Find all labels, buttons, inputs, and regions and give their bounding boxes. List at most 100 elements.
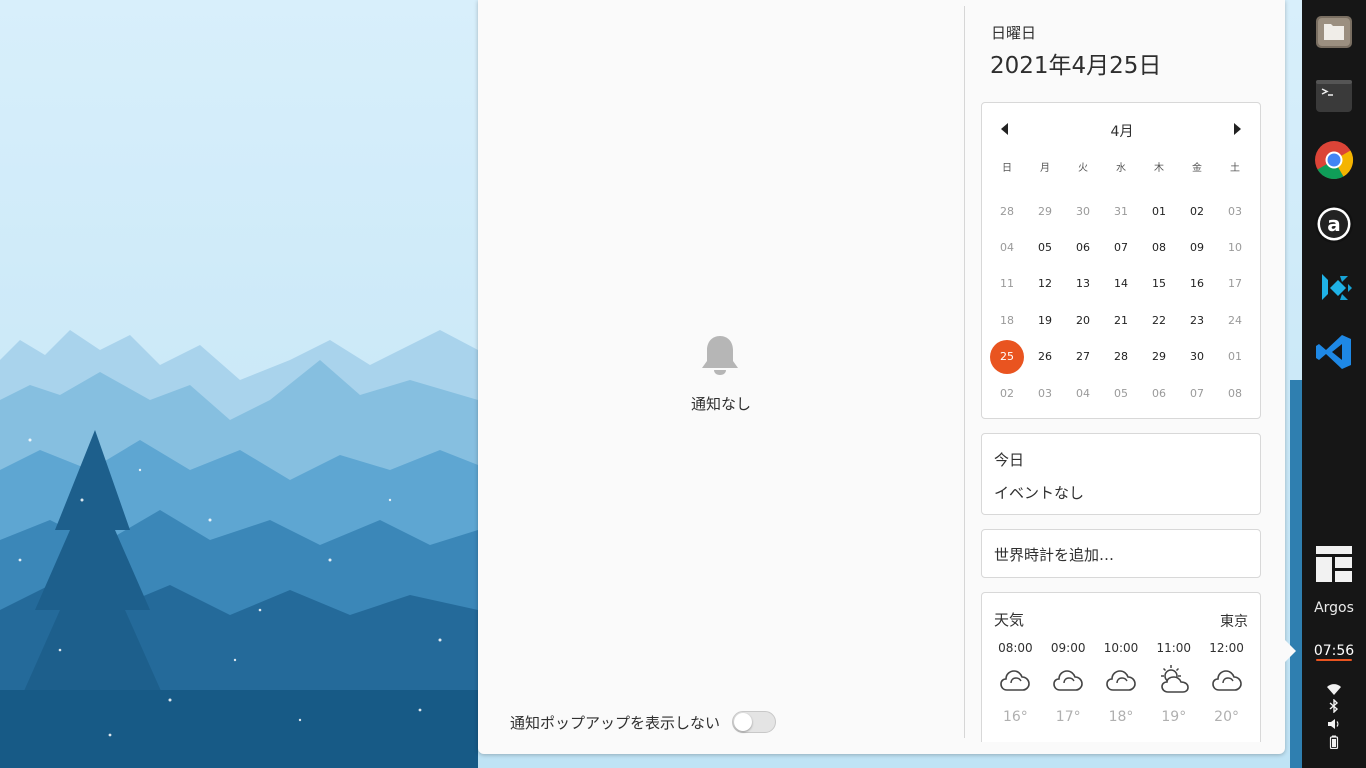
do-not-disturb-label: 通知ポップアップを表示しない — [510, 713, 721, 732]
do-not-disturb-toggle[interactable] — [732, 711, 777, 733]
bluetooth-icon[interactable] — [1326, 699, 1342, 713]
calendar-day[interactable]: 22 — [1140, 302, 1178, 338]
forecast-temperature: 18° — [1108, 709, 1134, 725]
forecast-temperature: 19° — [1161, 709, 1187, 725]
calendar-weekday-header: 日 月 火 水 木 金 土 — [988, 159, 1254, 174]
calendar-day[interactable]: 28 — [988, 193, 1026, 229]
calendar-day[interactable]: 08 — [1216, 375, 1254, 411]
volume-icon[interactable] — [1326, 717, 1342, 731]
forecast-item: 09:00 17° — [1042, 641, 1095, 725]
calendar-day[interactable]: 15 — [1140, 266, 1178, 302]
dock: a Argos 07:56 — [1302, 0, 1366, 768]
forecast-item: 10:00 18° — [1095, 641, 1148, 725]
calendar-day[interactable]: 09 — [1178, 229, 1216, 265]
battery-icon[interactable] — [1326, 735, 1342, 749]
calendar-day[interactable]: 05 — [1102, 375, 1140, 411]
forecast-temperature: 20° — [1214, 709, 1239, 725]
do-not-disturb-row: 通知ポップアップを表示しない — [510, 711, 777, 733]
weekday-label: 水 — [1116, 163, 1126, 174]
weekday-label: 金 — [1192, 163, 1202, 174]
no-events-label: イベントなし — [994, 484, 1085, 502]
calendar-day[interactable]: 21 — [1102, 302, 1140, 338]
calendar-day[interactable]: 04 — [988, 229, 1026, 265]
forecast-time: 08:00 — [998, 641, 1033, 655]
weather-section[interactable]: 天気 東京 08:00 16° 09:00 17° 10:00 18° 11:0… — [981, 592, 1261, 742]
toggle-knob — [734, 713, 753, 731]
dock-app-files[interactable] — [1314, 12, 1354, 52]
calendar-day[interactable]: 13 — [1064, 266, 1102, 302]
calendar-day[interactable]: 10 — [1216, 229, 1254, 265]
calendar-day[interactable]: 26 — [1026, 339, 1064, 375]
calendar-day[interactable]: 29 — [1140, 339, 1178, 375]
day-name[interactable]: 日曜日 — [991, 22, 1036, 43]
full-date[interactable]: 2021年4月25日 — [990, 46, 1161, 80]
calendar-day[interactable]: 07 — [1178, 375, 1216, 411]
bell-icon — [700, 334, 740, 376]
calendar-day[interactable]: 27 — [1064, 339, 1102, 375]
calendar-day[interactable]: 06 — [1064, 229, 1102, 265]
forecast-item: 12:00 20° — [1200, 641, 1253, 725]
calendar-day[interactable]: 20 — [1064, 302, 1102, 338]
calendar-day[interactable]: 24 — [1216, 302, 1254, 338]
calendar-day[interactable]: 04 — [1064, 375, 1102, 411]
calendar-day[interactable]: 02 — [1178, 193, 1216, 229]
cloudy-icon — [1106, 670, 1136, 691]
calendar-day[interactable]: 03 — [1026, 375, 1064, 411]
add-world-clock-label: 世界時計を追加… — [994, 546, 1115, 564]
forecast-time: 11:00 — [1156, 641, 1192, 655]
cloudy-icon — [1000, 670, 1031, 691]
calendar-day[interactable]: 06 — [1140, 375, 1178, 411]
calendar-day[interactable]: 01 — [1216, 339, 1254, 375]
forecast-time: 12:00 — [1209, 641, 1244, 655]
calendar-day[interactable]: 23 — [1178, 302, 1216, 338]
forecast-temperature: 16° — [1002, 709, 1028, 725]
kodi-icon — [1322, 274, 1352, 300]
events-title: 今日 — [994, 451, 1025, 469]
calendar-month-label: 4月 — [1110, 124, 1134, 140]
calendar-day[interactable]: 17 — [1216, 266, 1254, 302]
calendar-day[interactable]: 08 — [1140, 229, 1178, 265]
calendar-day[interactable]: 05 — [1026, 229, 1064, 265]
argos-label[interactable]: Argos — [1302, 600, 1366, 616]
panel-clock[interactable]: 07:56 — [1302, 643, 1366, 659]
dock-app-chrome[interactable] — [1314, 140, 1354, 180]
partly-cloudy-icon — [1160, 665, 1189, 693]
calendar-day[interactable]: 19 — [1026, 302, 1064, 338]
dock-app-kodi[interactable] — [1314, 268, 1354, 308]
weather-title: 天気 — [994, 611, 1025, 629]
next-month-button[interactable] — [1230, 121, 1244, 137]
calendar-day[interactable]: 01 — [1140, 193, 1178, 229]
calendar-day[interactable]: 30 — [1064, 193, 1102, 229]
dock-app-terminal[interactable] — [1314, 76, 1354, 116]
calendar-day[interactable]: 12 — [1026, 266, 1064, 302]
cloudy-icon — [1053, 670, 1083, 691]
triangle-right-icon — [1234, 123, 1241, 135]
dock-app-vscode[interactable] — [1314, 332, 1354, 372]
calendar-day[interactable]: 30 — [1178, 339, 1216, 375]
calendar-day[interactable]: 02 — [988, 375, 1026, 411]
clock-active-indicator — [1316, 659, 1352, 661]
notification-list: 通知なし 通知ポップアップを表示しない — [478, 0, 964, 754]
events-section[interactable]: 今日 イベントなし — [981, 433, 1261, 515]
calendar-day-grid: 28 29 30 31 01 02 03 04 05 06 07 08 09 1… — [988, 193, 1254, 411]
add-world-clock-button[interactable]: 世界時計を追加… — [981, 529, 1261, 578]
calendar-notification-popup: 通知なし 通知ポップアップを表示しない 日曜日 2021年4月25日 4月 日 … — [478, 0, 1285, 754]
calendar-day[interactable]: 14 — [1102, 266, 1140, 302]
calendar-day[interactable]: 11 — [988, 266, 1026, 302]
calendar-day[interactable]: 16 — [1178, 266, 1216, 302]
weekday-label: 火 — [1078, 163, 1088, 174]
wifi-icon[interactable] — [1326, 682, 1342, 696]
weather-forecast: 08:00 16° 09:00 17° 10:00 18° 11:00 19° … — [988, 641, 1254, 725]
calendar-day[interactable]: 31 — [1102, 193, 1140, 229]
dock-app-amazon[interactable]: a — [1314, 204, 1354, 244]
calendar-day[interactable]: 29 — [1026, 193, 1064, 229]
calendar-day[interactable]: 07 — [1102, 229, 1140, 265]
popup-divider — [964, 6, 965, 738]
calendar-day-today[interactable]: 25 — [988, 339, 1026, 375]
weekday-label: 土 — [1230, 163, 1240, 174]
vscode-icon — [1316, 335, 1351, 369]
calendar-day[interactable]: 28 — [1102, 339, 1140, 375]
argos-layout-icon[interactable] — [1316, 546, 1352, 582]
calendar-day[interactable]: 03 — [1216, 193, 1254, 229]
calendar-day[interactable]: 18 — [988, 302, 1026, 338]
